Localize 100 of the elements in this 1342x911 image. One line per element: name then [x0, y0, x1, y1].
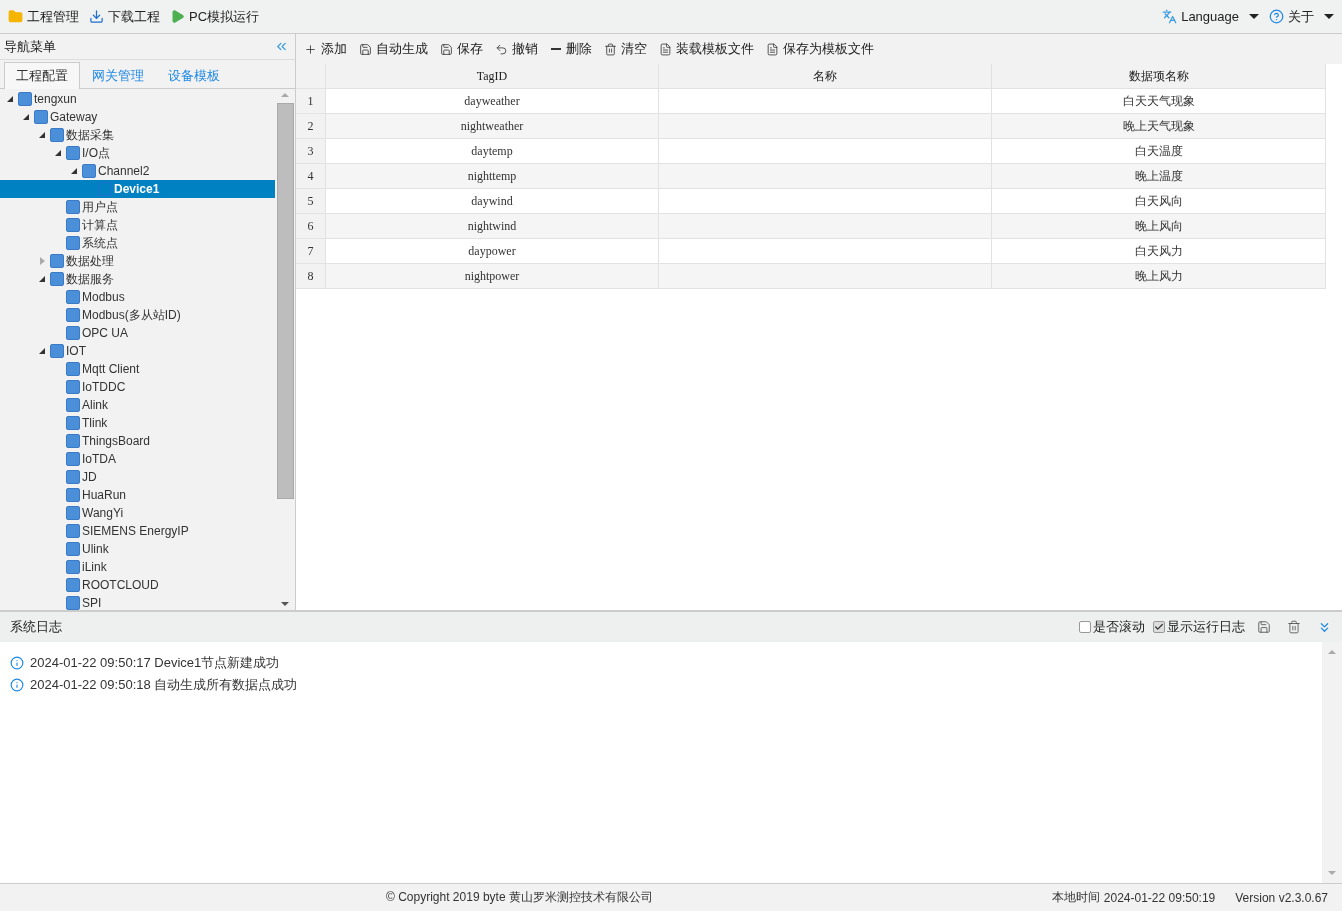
table-cell: 白天温度: [992, 139, 1326, 164]
info-icon: [10, 656, 24, 670]
tree-item[interactable]: IoTDA: [0, 450, 275, 468]
about-menu[interactable]: 关于: [1269, 7, 1334, 26]
tree-item[interactable]: tengxun: [0, 90, 275, 108]
table-cell: nightwind: [326, 214, 659, 239]
node-icon: [66, 416, 80, 430]
tree-label: iLink: [82, 560, 107, 574]
tree-item[interactable]: 数据处理: [0, 252, 275, 270]
minus-icon: [551, 48, 561, 50]
trash-icon: [604, 42, 617, 56]
tree-item[interactable]: Modbus(多从站ID): [0, 306, 275, 324]
tree-item[interactable]: I/O点: [0, 144, 275, 162]
tree-label: SPI: [82, 596, 102, 610]
node-icon: [50, 344, 64, 358]
tree-item[interactable]: Modbus: [0, 288, 275, 306]
node-icon: [66, 578, 80, 592]
toolbar-button[interactable]: 删除: [550, 40, 592, 58]
tree-item[interactable]: ThingsBoard: [0, 432, 275, 450]
tree-label: Channel2: [98, 164, 150, 178]
language-menu[interactable]: Language: [1162, 9, 1259, 24]
checkbox-option[interactable]: 是否滚动: [1079, 618, 1145, 636]
tree-item[interactable]: JD: [0, 468, 275, 486]
tree-label: WangYi: [82, 506, 124, 520]
tree-item[interactable]: 用户点: [0, 198, 275, 216]
tree-label: Modbus: [82, 290, 125, 304]
column-header: 数据项名称: [992, 64, 1326, 89]
expanded-icon[interactable]: [71, 168, 77, 174]
node-icon: [66, 200, 80, 214]
toolbar-button[interactable]: 保存为模板文件: [766, 40, 874, 58]
toolbar-button[interactable]: 添加: [304, 40, 347, 58]
save-icon: [359, 42, 372, 56]
tree-item-selected[interactable]: Device1: [0, 180, 275, 198]
menu-item[interactable]: 下载工程: [89, 7, 160, 26]
scrollbar-thumb[interactable]: [276, 103, 294, 499]
node-icon: [66, 488, 80, 502]
node-icon: [50, 272, 64, 286]
table-cell: daypower: [326, 239, 659, 264]
expanded-icon[interactable]: [39, 348, 45, 354]
checkbox[interactable]: [1079, 621, 1091, 633]
tree-item[interactable]: 计算点: [0, 216, 275, 234]
tree-label: OPC UA: [82, 326, 128, 340]
node-icon: [66, 470, 80, 484]
tree-item[interactable]: IoTDDC: [0, 378, 275, 396]
toolbar-button[interactable]: 装载模板文件: [659, 40, 754, 58]
tree-label: Tlink: [82, 416, 108, 430]
node-icon: [66, 380, 80, 394]
menu-item[interactable]: PC模拟运行: [170, 7, 260, 26]
toolbar-button[interactable]: 清空: [604, 40, 647, 58]
expanded-icon[interactable]: [39, 276, 45, 282]
tree-item[interactable]: Mqtt Client: [0, 360, 275, 378]
tree-item[interactable]: HuaRun: [0, 486, 275, 504]
expanded-icon[interactable]: [39, 132, 45, 138]
expanded-icon[interactable]: [55, 150, 61, 156]
table-cell: nightweather: [326, 114, 659, 139]
tree-item[interactable]: SIEMENS EnergyIP: [0, 522, 275, 540]
tree-item[interactable]: 数据采集: [0, 126, 275, 144]
document-icon: [766, 42, 779, 56]
table-cell: nightpower: [326, 264, 659, 289]
tree-item[interactable]: OPC UA: [0, 324, 275, 342]
tree-item[interactable]: Tlink: [0, 414, 275, 432]
node-icon: [66, 560, 80, 574]
checkbox-option[interactable]: 显示运行日志: [1153, 618, 1245, 636]
node-icon: [66, 452, 80, 466]
table-cell: 晚上风力: [992, 264, 1326, 289]
tree-item[interactable]: IOT: [0, 342, 275, 360]
scroll-down-icon[interactable]: [281, 602, 289, 606]
table-cell: daywind: [326, 189, 659, 214]
tree-label: IoTDDC: [82, 380, 126, 394]
tree-item[interactable]: Channel2: [0, 162, 275, 180]
time-value: 2024-01-22 09:50:19: [1103, 890, 1216, 905]
expanded-icon[interactable]: [23, 114, 29, 120]
expanded-icon[interactable]: [7, 96, 13, 102]
help-icon: [1269, 9, 1284, 24]
panel-title: 系统日志: [10, 618, 63, 636]
toolbar-button[interactable]: 保存: [440, 40, 483, 58]
checkbox[interactable]: [1153, 621, 1165, 633]
tree-item[interactable]: iLink: [0, 558, 275, 576]
node-icon: [98, 182, 112, 196]
toolbar-button[interactable]: 自动生成: [359, 40, 428, 58]
toolbar-button[interactable]: 撤销: [495, 40, 538, 58]
tree-item[interactable]: Alink: [0, 396, 275, 414]
tree-item[interactable]: ROOTCLOUD: [0, 576, 275, 594]
tree-item[interactable]: Gateway: [0, 108, 275, 126]
tree-item[interactable]: SPI: [0, 594, 275, 610]
table-cell: 晚上天气现象: [992, 114, 1326, 139]
tree-item[interactable]: Ulink: [0, 540, 275, 558]
time-label: 本地时间: [1051, 889, 1100, 906]
table-cell: 晚上风向: [992, 214, 1326, 239]
tree-item[interactable]: WangYi: [0, 504, 275, 522]
tree-item[interactable]: 系统点: [0, 234, 275, 252]
tab[interactable]: 工程配置: [4, 62, 80, 89]
menu-item[interactable]: 工程管理: [8, 7, 79, 26]
node-icon: [82, 164, 96, 178]
copyright-text: © Copyright 2019 byte 黄山罗米测控技术有限公司: [386, 889, 653, 906]
node-icon: [34, 110, 48, 124]
tree-label: 系统点: [82, 234, 118, 252]
tree-label: Mqtt Client: [82, 362, 140, 376]
tree-item[interactable]: 数据服务: [0, 270, 275, 288]
column-header: TagID: [326, 64, 659, 89]
